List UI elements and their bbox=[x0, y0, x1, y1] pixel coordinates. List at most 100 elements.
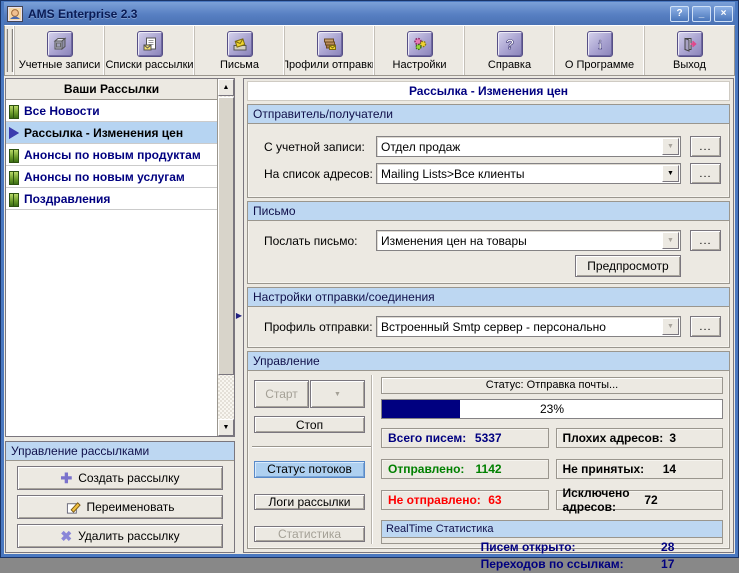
paused-status-icon bbox=[9, 104, 19, 119]
toolbar-gripper[interactable] bbox=[6, 29, 13, 72]
account-browse-button[interactable]: ... bbox=[690, 136, 721, 157]
stat-label: Исключено адресов: bbox=[562, 486, 630, 514]
sidebar: Ваши Рассылки Все Новости Рассылка - Изм… bbox=[5, 78, 235, 553]
profile-combobox[interactable]: Встроенный Smtp сервер - персонально ▼ bbox=[376, 316, 681, 337]
accounts-icon bbox=[46, 30, 73, 57]
svg-text:?: ? bbox=[505, 36, 514, 52]
letters-icon bbox=[226, 30, 253, 57]
splitter-collapse-icon: ▶ bbox=[235, 311, 243, 320]
mailings-list-panel: Ваши Рассылки Все Новости Рассылка - Изм… bbox=[5, 78, 235, 437]
toolbar-button-accounts[interactable]: Учетные записи bbox=[14, 26, 104, 75]
create-mailing-button[interactable]: ✚ Создать рассылку bbox=[17, 466, 223, 490]
chevron-down-icon[interactable]: ▼ bbox=[662, 318, 679, 335]
toolbar-label: Настройки bbox=[392, 58, 447, 71]
stop-button[interactable]: Стоп bbox=[254, 416, 365, 434]
toolbar-button-settings[interactable]: Настройки bbox=[374, 26, 464, 75]
manage-panel-header: Управление рассылками bbox=[6, 442, 234, 461]
sender-group: Отправитель/получатели С учетной записи:… bbox=[247, 104, 730, 198]
scroll-up-icon[interactable]: ▲ bbox=[218, 79, 234, 96]
stat-label: Всего писем: bbox=[388, 431, 467, 445]
toolbar-label: Списки рассылки bbox=[105, 58, 194, 71]
rt-value: 17 bbox=[661, 557, 675, 571]
stat-label: Не отправлено: bbox=[388, 493, 481, 507]
mailing-title: Рассылка - Изменения цен bbox=[247, 81, 730, 101]
stat-not-sent: Не отправлено: 63 bbox=[381, 490, 549, 510]
start-button[interactable]: Старт bbox=[254, 380, 309, 408]
letter-value: Изменения цен на товары bbox=[381, 233, 527, 248]
list-item[interactable]: Анонсы по новым услугам bbox=[6, 166, 217, 188]
profile-group-header: Настройки отправки/соединения bbox=[248, 288, 729, 307]
help-titlebar-button[interactable]: ? bbox=[670, 5, 689, 22]
progress-label: 23% bbox=[539, 402, 565, 416]
scrollbar-thumb[interactable] bbox=[218, 97, 234, 375]
paused-status-icon bbox=[9, 170, 19, 185]
stat-excluded-addresses: Исключено адресов: 72 bbox=[555, 486, 723, 514]
divider bbox=[252, 446, 371, 449]
realtime-header: RealTime Статистика bbox=[382, 521, 722, 538]
list-item[interactable]: Рассылка - Изменения цен bbox=[6, 122, 217, 144]
letter-browse-button[interactable]: ... bbox=[690, 230, 721, 251]
delete-mailing-button[interactable]: ✖ Удалить рассылку bbox=[17, 524, 223, 548]
address-list-browse-button[interactable]: ... bbox=[690, 163, 721, 184]
toolbar-button-letters[interactable]: Письма bbox=[194, 26, 284, 75]
window-title: AMS Enterprise 2.3 bbox=[28, 6, 138, 21]
start-dropdown-button[interactable]: ▼ bbox=[310, 380, 365, 408]
toolbar-button-about[interactable]: i О Программе bbox=[554, 26, 644, 75]
letter-label: Послать письмо: bbox=[264, 233, 358, 248]
panel-splitter[interactable]: ▶ bbox=[235, 78, 243, 553]
stat-sent: Отправлено: 1142 bbox=[381, 459, 549, 479]
scrollbar-track[interactable] bbox=[218, 96, 234, 419]
scroll-down-icon[interactable]: ▼ bbox=[218, 419, 234, 436]
rename-mailing-button[interactable]: Переименовать bbox=[17, 495, 223, 519]
control-buttons-column: Старт ▼ Стоп Статус потоков Логи рассылк… bbox=[252, 375, 372, 544]
rename-icon bbox=[66, 501, 81, 514]
paused-status-icon bbox=[9, 192, 19, 207]
app-window: AMS Enterprise 2.3 ? _ × Учетные записи bbox=[0, 0, 739, 571]
stat-total-letters: Всего писем: 5337 bbox=[381, 428, 549, 448]
address-list-combobox[interactable]: Mailing Lists>Все клиенты ▼ bbox=[376, 163, 681, 184]
letter-combobox[interactable]: Изменения цен на товары ▼ bbox=[376, 230, 681, 251]
mailing-lists-icon bbox=[136, 30, 163, 57]
chevron-down-icon[interactable]: ▼ bbox=[662, 138, 679, 155]
stat-value: 5337 bbox=[474, 431, 502, 445]
list-item[interactable]: Поздравления bbox=[6, 188, 217, 210]
list-item[interactable]: Все Новости bbox=[6, 100, 217, 122]
profile-group: Настройки отправки/соединения Профиль от… bbox=[247, 287, 730, 348]
running-status-icon bbox=[9, 126, 19, 139]
thread-status-button[interactable]: Статус потоков bbox=[254, 461, 365, 478]
statistics-grid: Всего писем: 5337 Плохих адресов: 3 Отпр… bbox=[381, 428, 723, 514]
stat-value: 14 bbox=[662, 462, 677, 476]
rename-mailing-label: Переименовать bbox=[86, 500, 175, 514]
chevron-down-icon[interactable]: ▼ bbox=[662, 232, 679, 249]
mailing-logs-button[interactable]: Логи рассылки bbox=[254, 493, 365, 510]
toolbar-button-send-profiles[interactable]: Профили отправки bbox=[284, 26, 374, 75]
minimize-button[interactable]: _ bbox=[692, 5, 711, 22]
chevron-down-icon: ▼ bbox=[334, 390, 341, 398]
toolbar: Учетные записи Списки рассылки Письма Пр… bbox=[4, 25, 735, 76]
app-icon[interactable] bbox=[7, 5, 23, 22]
toolbar-label: Профили отправки bbox=[284, 58, 374, 71]
list-item-label: Рассылка - Изменения цен bbox=[24, 125, 184, 140]
send-profiles-icon bbox=[316, 30, 343, 57]
toolbar-button-mailing-lists[interactable]: Списки рассылки bbox=[104, 26, 194, 75]
letter-group-header: Письмо bbox=[248, 202, 729, 221]
realtime-opened-row: Писем открыто: 28 bbox=[382, 540, 722, 554]
stat-bad-addresses: Плохих адресов: 3 bbox=[555, 428, 723, 448]
toolbar-button-help[interactable]: ? Справка bbox=[464, 26, 554, 75]
profile-browse-button[interactable]: ... bbox=[690, 316, 721, 337]
chevron-down-icon[interactable]: ▼ bbox=[662, 165, 679, 182]
delete-mailing-label: Удалить рассылку bbox=[78, 529, 180, 543]
settings-icon bbox=[406, 30, 433, 57]
rt-label: Писем открыто: bbox=[480, 540, 576, 554]
account-combobox[interactable]: Отдел продаж ▼ bbox=[376, 136, 681, 157]
close-button[interactable]: × bbox=[714, 5, 733, 22]
stat-label: Отправлено: bbox=[388, 462, 465, 476]
preview-button[interactable]: Предпросмотр bbox=[575, 255, 681, 277]
list-item[interactable]: Анонсы по новым продуктам bbox=[6, 144, 217, 166]
toolbar-label: Учетные записи bbox=[18, 58, 101, 71]
toolbar-button-exit[interactable]: Выход bbox=[644, 26, 734, 75]
list-item-label: Анонсы по новым продуктам bbox=[24, 147, 201, 162]
realtime-stats-group: RealTime Статистика Писем открыто: 28 Пе… bbox=[381, 520, 723, 571]
stat-value: 3 bbox=[669, 431, 677, 445]
statistics-button[interactable]: Статистика bbox=[254, 525, 365, 542]
